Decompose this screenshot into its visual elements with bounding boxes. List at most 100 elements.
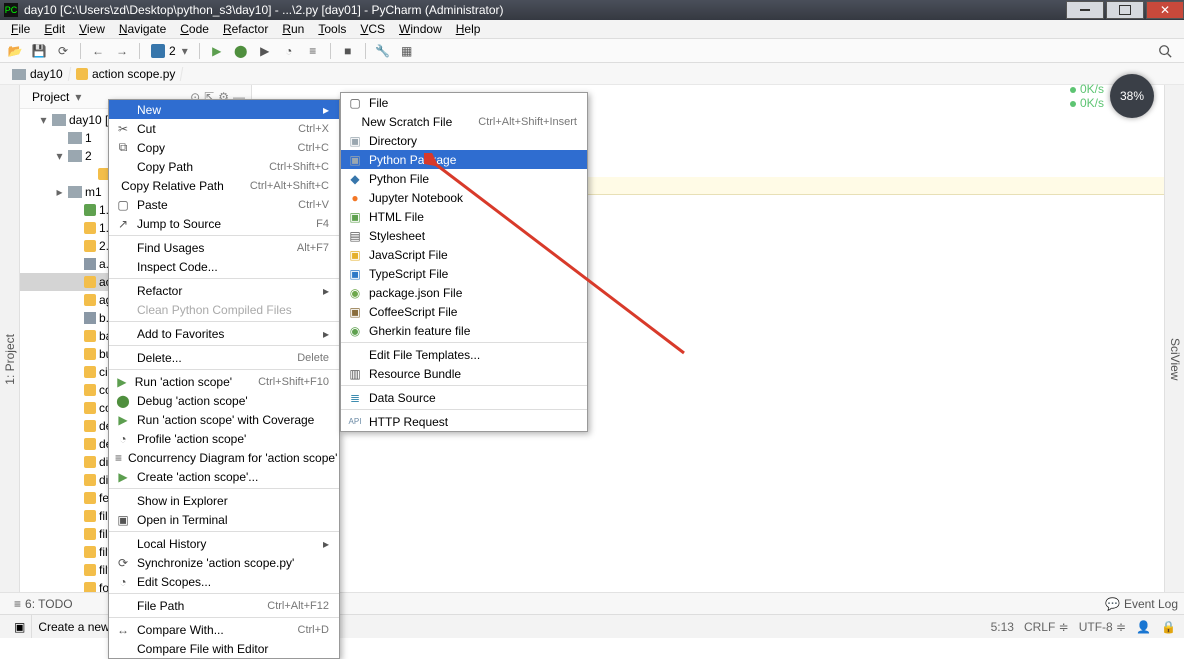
menu-item[interactable]: ⟳Synchronize 'action scope.py' — [109, 553, 339, 572]
menu-icon: ◔ — [115, 432, 131, 446]
coverage-button[interactable]: ▶ — [254, 41, 276, 61]
menu-item[interactable]: ⬤Debug 'action scope' — [109, 391, 339, 410]
menu-item[interactable]: ▶Run 'action scope'Ctrl+Shift+F10 — [109, 372, 339, 391]
encoding[interactable]: UTF-8 ≑ — [1079, 620, 1126, 634]
menu-item[interactable]: ≣Data Source — [341, 388, 587, 407]
menu-item[interactable]: Edit File Templates... — [341, 345, 587, 364]
menu-code[interactable]: Code — [173, 20, 216, 38]
context-menu-new[interactable]: ▢FileNew Scratch FileCtrl+Alt+Shift+Inse… — [340, 92, 588, 432]
menu-item[interactable]: ▣CoffeeScript File — [341, 302, 587, 321]
menu-item[interactable]: ▣Open in Terminal — [109, 510, 339, 529]
menu-item[interactable]: ◆Python File — [341, 169, 587, 188]
menu-window[interactable]: Window — [392, 20, 449, 38]
menu-item[interactable]: ▢File — [341, 93, 587, 112]
menu-tools[interactable]: Tools — [311, 20, 353, 38]
menu-icon: ● — [347, 191, 363, 205]
minimize-button[interactable] — [1066, 1, 1104, 19]
menu-item[interactable]: ▣HTML File — [341, 207, 587, 226]
debug-button[interactable]: ⬤ — [230, 41, 252, 61]
forward-button[interactable]: → — [111, 41, 133, 61]
run-config-select[interactable]: 2 ▾ — [146, 42, 193, 60]
open-button[interactable]: 📂 — [4, 41, 26, 61]
menu-item[interactable]: New Scratch FileCtrl+Alt+Shift+Insert — [341, 112, 587, 131]
save-button[interactable]: 💾 — [28, 41, 50, 61]
menu-item[interactable]: Compare File with Editor — [109, 639, 339, 658]
menu-icon: ✂ — [115, 122, 131, 136]
menu-item[interactable]: Find UsagesAlt+F7 — [109, 238, 339, 257]
menu-item[interactable]: Add to Favorites▸ — [109, 324, 339, 343]
menu-item[interactable]: ▣Directory — [341, 131, 587, 150]
sync-button[interactable]: ⟳ — [52, 41, 74, 61]
project-structure-button[interactable]: ▦ — [396, 41, 418, 61]
settings-button[interactable]: 🔧 — [372, 41, 394, 61]
menu-item[interactable]: ≡Concurrency Diagram for 'action scope' — [109, 448, 339, 467]
menu-item[interactable]: File PathCtrl+Alt+F12 — [109, 596, 339, 615]
menu-item[interactable]: Local History▸ — [109, 534, 339, 553]
menu-item[interactable]: Clean Python Compiled Files — [109, 300, 339, 319]
menu-item[interactable]: ▢PasteCtrl+V — [109, 195, 339, 214]
menu-help[interactable]: Help — [449, 20, 488, 38]
inspections-icon[interactable]: 👤 — [1136, 620, 1151, 634]
menu-item[interactable]: Delete...Delete — [109, 348, 339, 367]
todo-tool-button[interactable]: ≡ 6: TODO — [6, 593, 81, 614]
menu-item[interactable]: ▣TypeScript File — [341, 264, 587, 283]
menu-item[interactable]: APIHTTP Request — [341, 412, 587, 431]
menu-item[interactable]: ◔Edit Scopes... — [109, 572, 339, 591]
profile-button[interactable]: ◔ — [278, 41, 300, 61]
menu-item[interactable]: ◉Gherkin feature file — [341, 321, 587, 340]
context-menu-primary[interactable]: New▸✂CutCtrl+X⧉CopyCtrl+CCopy PathCtrl+S… — [108, 99, 340, 659]
menu-item[interactable]: ●Jupyter Notebook — [341, 188, 587, 207]
menu-item[interactable]: Show in Explorer — [109, 491, 339, 510]
menu-navigate[interactable]: Navigate — [112, 20, 173, 38]
caret-position[interactable]: 5:13 — [991, 620, 1014, 634]
menu-item[interactable]: ◔Profile 'action scope' — [109, 429, 339, 448]
py-icon — [84, 348, 96, 360]
run-button[interactable]: ▶ — [206, 41, 228, 61]
project-tool-button[interactable]: 1: Project — [1, 326, 19, 393]
menu-refactor[interactable]: Refactor — [216, 20, 275, 38]
menu-item[interactable]: Copy PathCtrl+Shift+C — [109, 157, 339, 176]
close-button[interactable]: ✕ — [1146, 1, 1184, 19]
menu-item[interactable]: Inspect Code... — [109, 257, 339, 276]
py-icon — [84, 366, 96, 378]
menu-vcs[interactable]: VCS — [353, 20, 392, 38]
concurrency-button[interactable]: ≡ — [302, 41, 324, 61]
menu-item[interactable]: Refactor▸ — [109, 281, 339, 300]
py-icon — [84, 510, 96, 522]
menu-item[interactable]: ⧉CopyCtrl+C — [109, 138, 339, 157]
breadcrumb[interactable]: day10 — [5, 67, 71, 81]
breadcrumb[interactable]: action scope.py — [68, 67, 183, 81]
toolwindows-icon[interactable]: ▣ — [14, 620, 25, 634]
stop-button[interactable]: ■ — [337, 41, 359, 61]
menu-item[interactable]: ↔Compare With...Ctrl+D — [109, 620, 339, 639]
sciview-tool-button[interactable]: SciView — [1166, 330, 1184, 388]
menu-run[interactable]: Run — [275, 20, 311, 38]
menu-item[interactable]: New▸ — [109, 100, 339, 119]
structure-tool-button[interactable]: 7: Structure — [0, 320, 1, 398]
menu-item[interactable]: ✂CutCtrl+X — [109, 119, 339, 138]
menu-view[interactable]: View — [72, 20, 112, 38]
menu-item[interactable]: ▣JavaScript File — [341, 245, 587, 264]
navigation-bar: day10action scope.py — [0, 63, 1184, 85]
lock-icon[interactable]: 🔒 — [1161, 620, 1176, 634]
menu-file[interactable]: File — [4, 20, 37, 38]
search-everywhere-button[interactable] — [1154, 41, 1176, 61]
menu-icon: ▣ — [347, 210, 363, 224]
fld-icon — [68, 132, 82, 144]
menu-item[interactable]: ↗Jump to SourceF4 — [109, 214, 339, 233]
maximize-button[interactable] — [1106, 1, 1144, 19]
back-button[interactable]: ← — [87, 41, 109, 61]
event-log-button[interactable]: 💬 Event Log — [1105, 597, 1178, 611]
menu-item[interactable]: ▥Resource Bundle — [341, 364, 587, 383]
line-ending[interactable]: CRLF ≑ — [1024, 620, 1069, 634]
py-icon — [84, 276, 96, 288]
menu-edit[interactable]: Edit — [37, 20, 72, 38]
menu-icon: ▶ — [115, 470, 131, 484]
menu-item[interactable]: ▤Stylesheet — [341, 226, 587, 245]
menu-icon: ▣ — [115, 513, 131, 527]
menu-item[interactable]: Copy Relative PathCtrl+Alt+Shift+C — [109, 176, 339, 195]
menu-item[interactable]: ▶Create 'action scope'... — [109, 467, 339, 486]
menu-item[interactable]: ◉package.json File — [341, 283, 587, 302]
menu-item[interactable]: ▣Python Package — [341, 150, 587, 169]
menu-item[interactable]: ▶Run 'action scope' with Coverage — [109, 410, 339, 429]
